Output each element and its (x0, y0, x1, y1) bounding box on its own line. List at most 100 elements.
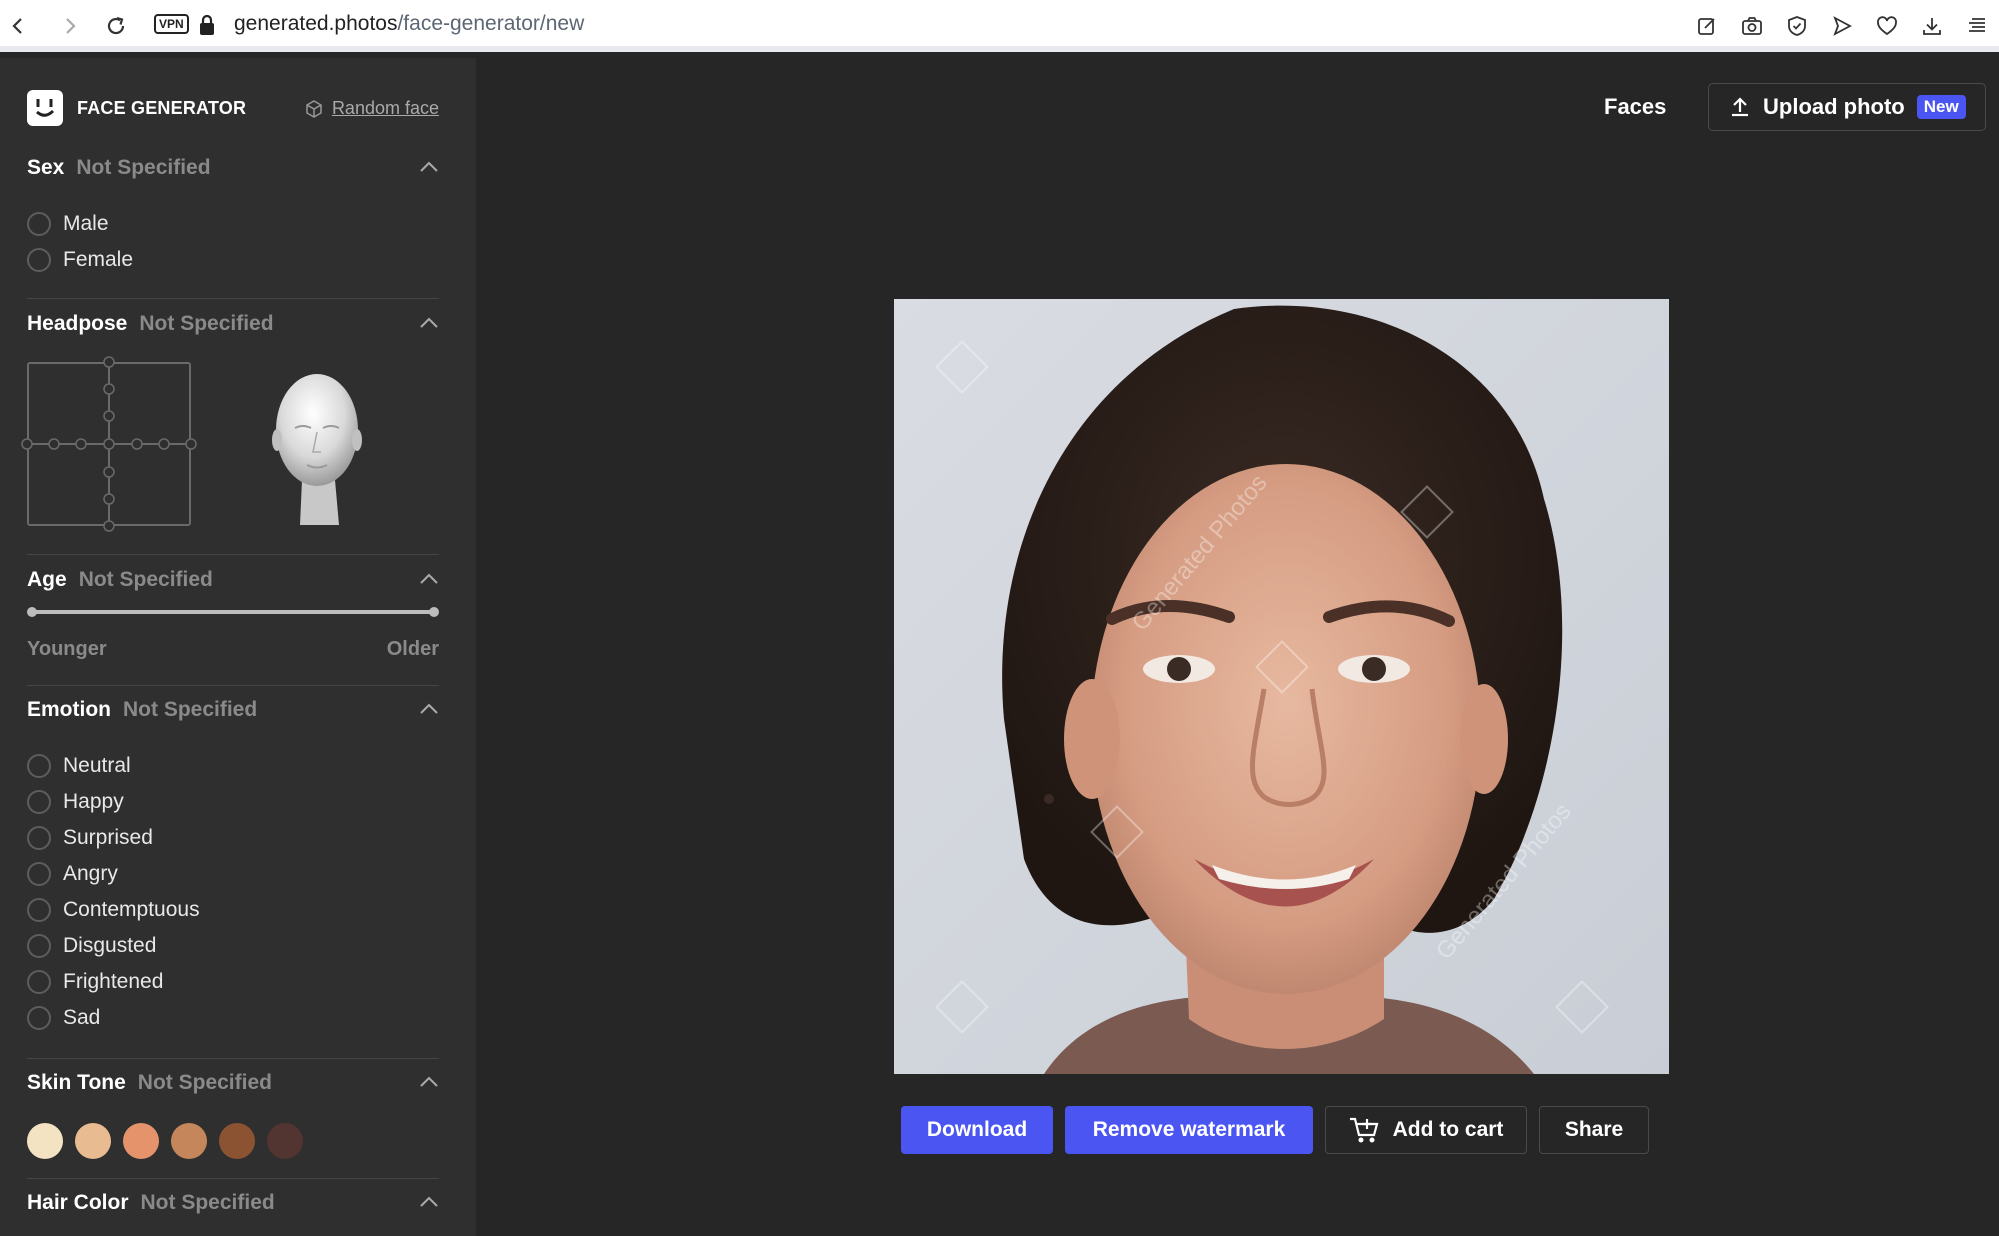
back-icon[interactable] (4, 12, 32, 40)
option-label: Frightened (63, 970, 164, 993)
radio-button[interactable] (27, 248, 51, 272)
add-to-cart-button[interactable]: Add to cart (1325, 1106, 1527, 1154)
emotion-option-frightened[interactable]: Frightened (27, 964, 439, 1000)
download-icon[interactable] (1918, 12, 1946, 40)
sex-value: Not Specified (76, 156, 211, 179)
option-label: Neutral (63, 754, 131, 777)
option-label: Angry (63, 862, 118, 885)
generated-face-image: Generated Photos Generated Photos (894, 299, 1669, 1074)
camera-icon[interactable] (1738, 12, 1766, 40)
emotion-value: Not Specified (123, 698, 258, 721)
sex-section: Sex Not Specified Male Female (27, 156, 439, 278)
logo-text[interactable]: FACE GENERATOR (77, 98, 246, 119)
headpose-grid[interactable] (21, 356, 197, 532)
skin-tone-header[interactable]: Skin Tone Not Specified (27, 1071, 439, 1101)
menu-icon[interactable] (1963, 12, 1991, 40)
forward-icon[interactable] (56, 12, 84, 40)
filter-sidebar: FACE GENERATOR Random face Sex Not Speci… (0, 58, 476, 1236)
age-title: Age (27, 568, 67, 591)
skin-tone-swatch-2[interactable] (75, 1123, 111, 1159)
divider (27, 554, 439, 555)
upload-icon (1732, 97, 1748, 117)
skin-tone-swatches (27, 1123, 439, 1159)
address-bar[interactable]: generated.photos/face-generator/new (234, 12, 584, 36)
option-label: Sad (63, 1006, 101, 1029)
chevron-up-icon[interactable] (419, 702, 439, 716)
head-preview (267, 360, 367, 531)
chevron-up-icon[interactable] (419, 572, 439, 586)
skin-tone-swatch-1[interactable] (27, 1123, 63, 1159)
emotion-option-surprised[interactable]: Surprised (27, 820, 439, 856)
age-header[interactable]: Age Not Specified (27, 568, 439, 598)
remove-watermark-button[interactable]: Remove watermark (1065, 1106, 1313, 1154)
image-actions: Download Remove watermark Add to cart Sh… (901, 1106, 1649, 1154)
shield-icon[interactable] (1783, 12, 1811, 40)
skin-tone-swatch-6[interactable] (267, 1123, 303, 1159)
emotion-option-angry[interactable]: Angry (27, 856, 439, 892)
url-path: /face-generator/new (397, 12, 585, 35)
radio-button[interactable] (27, 898, 51, 922)
age-value: Not Specified (78, 568, 213, 591)
url-host: generated.photos (234, 12, 398, 35)
age-slider-min-handle[interactable] (27, 607, 37, 617)
radio-button[interactable] (27, 862, 51, 886)
random-face-label: Random face (331, 98, 439, 118)
chevron-up-icon[interactable] (419, 316, 439, 330)
emotion-option-sad[interactable]: Sad (27, 1000, 439, 1036)
skin-tone-swatch-3[interactable] (123, 1123, 159, 1159)
upload-photo-label: Upload photo (1763, 94, 1905, 119)
headpose-header[interactable]: Headpose Not Specified (27, 312, 439, 342)
option-label: Happy (63, 790, 124, 813)
age-slider-max-handle[interactable] (429, 607, 439, 617)
share-button[interactable]: Share (1539, 1106, 1649, 1154)
chevron-up-icon[interactable] (419, 160, 439, 174)
skin-tone-section: Skin Tone Not Specified (27, 1071, 439, 1159)
hair-color-header[interactable]: Hair Color Not Specified (27, 1191, 439, 1221)
skin-tone-value: Not Specified (137, 1071, 272, 1094)
divider (27, 1178, 439, 1179)
cart-icon (1349, 1117, 1379, 1143)
heart-icon[interactable] (1873, 12, 1901, 40)
vpn-badge[interactable]: VPN (154, 14, 189, 34)
radio-button[interactable] (27, 790, 51, 814)
age-min-label: Younger (27, 638, 107, 660)
emotion-section: Emotion Not Specified Neutral Happy Surp… (27, 698, 439, 1036)
emotion-option-disgusted[interactable]: Disgusted (27, 928, 439, 964)
skin-tone-swatch-4[interactable] (171, 1123, 207, 1159)
hair-color-section: Hair Color Not Specified (27, 1191, 439, 1221)
random-face-link[interactable]: Random face (304, 98, 439, 119)
emotion-option-neutral[interactable]: Neutral (27, 748, 439, 784)
main-area: Faces Upload photo New Generated Photos … (476, 58, 1999, 1236)
chevron-up-icon[interactable] (419, 1195, 439, 1209)
edit-icon[interactable] (1693, 12, 1721, 40)
send-icon[interactable] (1828, 12, 1856, 40)
option-label: Contemptuous (63, 898, 200, 921)
skin-tone-swatch-5[interactable] (219, 1123, 255, 1159)
upload-photo-button[interactable]: Upload photo New (1708, 83, 1986, 131)
radio-button[interactable] (27, 754, 51, 778)
add-to-cart-label: Add to cart (1392, 1118, 1504, 1141)
download-button[interactable]: Download (901, 1106, 1053, 1154)
chevron-up-icon[interactable] (419, 1075, 439, 1089)
logo-icon[interactable] (27, 90, 63, 126)
faces-link[interactable]: Faces (1604, 94, 1666, 120)
hair-color-title: Hair Color (27, 1191, 129, 1214)
divider (27, 685, 439, 686)
age-slider[interactable] (27, 607, 439, 617)
sex-option-female[interactable]: Female (27, 242, 439, 278)
divider (27, 1058, 439, 1059)
radio-button[interactable] (27, 826, 51, 850)
emotion-option-contemptuous[interactable]: Contemptuous (27, 892, 439, 928)
radio-button[interactable] (27, 1006, 51, 1030)
radio-button[interactable] (27, 970, 51, 994)
sex-header[interactable]: Sex Not Specified (27, 156, 439, 186)
sex-option-male[interactable]: Male (27, 206, 439, 242)
reload-icon[interactable] (102, 12, 130, 40)
radio-button[interactable] (27, 212, 51, 236)
lock-icon[interactable] (198, 14, 216, 41)
emotion-header[interactable]: Emotion Not Specified (27, 698, 439, 728)
new-badge: New (1916, 95, 1966, 119)
emotion-option-happy[interactable]: Happy (27, 784, 439, 820)
radio-button[interactable] (27, 934, 51, 958)
option-label: Disgusted (63, 934, 157, 957)
